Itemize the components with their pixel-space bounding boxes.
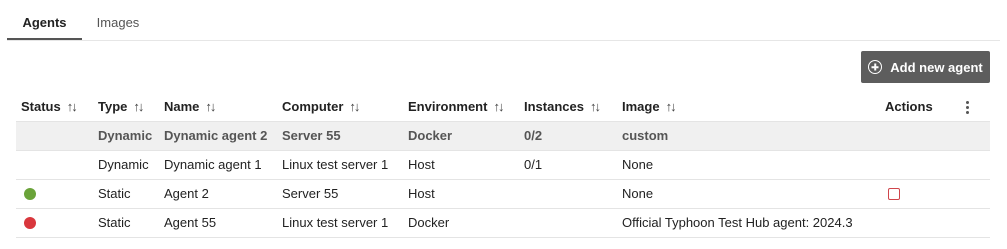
column-header-environment[interactable]: Environment ↑↓ — [408, 93, 504, 121]
table-row[interactable]: Static Agent 2 Server 55 Host None — [16, 180, 990, 209]
add-new-agent-label: Add new agent — [890, 59, 983, 75]
add-new-agent-button[interactable]: Add new agent — [861, 51, 990, 83]
sort-icon[interactable]: ↑↓ — [67, 93, 78, 121]
column-header-type[interactable]: Type ↑↓ — [98, 93, 144, 121]
table-row[interactable]: Dynamic Dynamic agent 1 Linux test serve… — [16, 151, 990, 180]
cell-environment: Host — [408, 186, 435, 201]
sort-icon[interactable]: ↑↓ — [205, 93, 216, 121]
column-menu-button[interactable] — [960, 93, 974, 121]
sort-icon[interactable]: ↑↓ — [666, 93, 677, 121]
column-header-name[interactable]: Name ↑↓ — [164, 93, 216, 121]
cell-name: Agent 55 — [164, 215, 217, 230]
sort-icon[interactable]: ↑↓ — [133, 93, 144, 121]
cell-image: Official Typhoon Test Hub agent: 2024.3 — [622, 215, 853, 230]
cell-environment: Host — [408, 157, 435, 172]
cell-instances: 0/2 — [524, 128, 543, 143]
cell-computer: Server 55 — [282, 128, 341, 143]
sort-icon[interactable]: ↑↓ — [493, 93, 504, 121]
status-online-indicator — [24, 188, 36, 200]
kebab-menu-icon — [965, 101, 969, 115]
cell-computer: Server 55 — [282, 186, 339, 201]
table-header: Status ↑↓ Type ↑↓ Name ↑↓ Computer ↑↓ Enviro… — [16, 93, 990, 122]
cell-image: custom — [622, 128, 669, 143]
cell-instances: 0/1 — [524, 157, 543, 172]
cell-image: None — [622, 157, 654, 172]
cell-type: Static — [98, 186, 131, 201]
status-offline-indicator — [24, 217, 36, 229]
cell-type: Dynamic — [98, 128, 153, 143]
cell-image: None — [622, 186, 654, 201]
tab-bar: Agents Images — [7, 6, 1000, 41]
tab-agents[interactable]: Agents — [7, 6, 82, 40]
plus-circle-icon — [868, 60, 883, 74]
cell-name: Dynamic agent 1 — [164, 157, 262, 172]
table-row[interactable]: Dynamic Dynamic agent 2 Server 55 Docker… — [16, 122, 990, 151]
sort-icon[interactable]: ↑↓ — [590, 93, 601, 121]
column-header-actions: Actions — [885, 99, 933, 114]
sort-icon[interactable]: ↑↓ — [349, 93, 360, 121]
cell-environment: Docker — [408, 128, 453, 143]
cell-computer: Linux test server 1 — [282, 215, 389, 230]
column-header-instances[interactable]: Instances ↑↓ — [524, 93, 601, 121]
agents-table: Status ↑↓ Type ↑↓ Name ↑↓ Computer ↑↓ Enviro… — [16, 93, 990, 238]
checkbox-icon[interactable] — [888, 188, 900, 200]
cell-type: Static — [98, 215, 131, 230]
cell-environment: Docker — [408, 215, 450, 230]
cell-name: Dynamic agent 2 — [164, 128, 268, 143]
cell-type: Dynamic — [98, 157, 149, 172]
column-header-computer[interactable]: Computer ↑↓ — [282, 93, 360, 121]
table-row[interactable]: Static Agent 55 Linux test server 1 Dock… — [16, 209, 990, 238]
cell-computer: Linux test server 1 — [282, 157, 389, 172]
tab-images[interactable]: Images — [84, 6, 152, 39]
cell-name: Agent 2 — [164, 186, 209, 201]
column-header-image[interactable]: Image ↑↓ — [622, 93, 677, 121]
column-header-status[interactable]: Status ↑↓ — [21, 93, 78, 121]
